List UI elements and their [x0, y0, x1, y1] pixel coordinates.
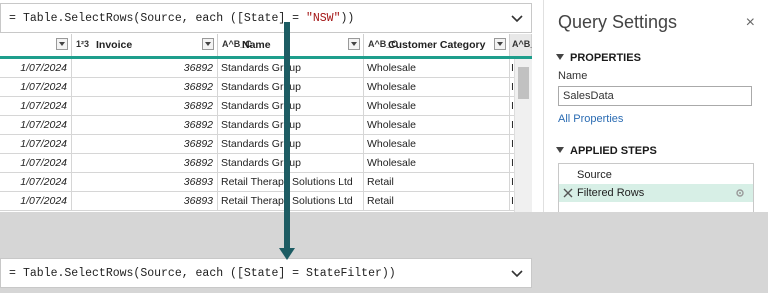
table-row[interactable]: 1/07/2024 36892 Standards Group Wholesale I	[0, 116, 518, 135]
cell-name[interactable]: Retail Therapy Solutions Ltd	[218, 173, 364, 192]
cell-invoice[interactable]: 36892	[72, 135, 218, 154]
cell-invoice[interactable]: 36892	[72, 116, 218, 135]
cell-category[interactable]: Wholesale	[364, 97, 510, 116]
properties-section-header[interactable]: PROPERTIES	[556, 52, 641, 64]
name-label: Name	[558, 70, 588, 82]
cell-invoice[interactable]: 36893	[72, 173, 218, 192]
cell-category[interactable]: Wholesale	[364, 59, 510, 78]
step-label: Filtered Rows	[577, 187, 645, 199]
step-filtered-rows[interactable]: Filtered Rows	[559, 184, 753, 202]
all-properties-link[interactable]: All Properties	[558, 113, 623, 125]
column-header-name[interactable]: A^B_C Name	[218, 34, 364, 56]
annotation-arrow-head	[279, 248, 295, 260]
grid-header: 1²3 Invoice A^B_C Name A^B_C Customer Ca…	[0, 34, 532, 59]
cell-invoice[interactable]: 36893	[72, 192, 218, 211]
formula-equals: =	[9, 12, 16, 25]
query-name-input[interactable]: SalesData	[558, 86, 752, 106]
formula-string: "NSW"	[305, 12, 341, 25]
cell-date[interactable]: 1/07/2024	[0, 154, 72, 173]
formula-expression[interactable]: Table.SelectRows(Source, each ([State] =…	[23, 12, 354, 25]
table-row[interactable]: 1/07/2024 36892 Standards Group Wholesale I	[0, 97, 518, 116]
column-label: Invoice	[96, 39, 133, 51]
step-source[interactable]: Source	[559, 166, 753, 184]
table-row[interactable]: 1/07/2024 36893 Retail Therapy Solutions L…	[0, 173, 518, 192]
formula-keyword: each	[195, 12, 224, 25]
delete-step-icon[interactable]	[563, 188, 573, 198]
formula-equals: =	[9, 267, 16, 280]
cell-name[interactable]: Standards Group	[218, 78, 364, 97]
column-header-date[interactable]	[0, 34, 72, 56]
formula-bar-bottom[interactable]: = Table.SelectRows(Source, each ([State]…	[0, 258, 532, 288]
step-label: Source	[577, 169, 612, 181]
cell-name[interactable]: Retail Therapy Solutions Ltd	[218, 192, 364, 211]
formula-prefix: Table.SelectRows(Source,	[23, 267, 196, 280]
cell-date[interactable]: 1/07/2024	[0, 192, 72, 211]
cell-category[interactable]: Retail	[364, 173, 510, 192]
column-header-invoice[interactable]: 1²3 Invoice	[72, 34, 218, 56]
cell-category[interactable]: Wholesale	[364, 154, 510, 173]
formula-suffix: ))	[340, 12, 355, 25]
formula-bar-top[interactable]: = Table.SelectRows(Source, each ([State]…	[0, 3, 532, 33]
table-row[interactable]: 1/07/2024 36892 Standards Group Wholesale I	[0, 154, 518, 173]
column-label: Customer Category	[388, 39, 486, 51]
vertical-scrollbar[interactable]	[514, 59, 532, 212]
table-row[interactable]: 1/07/2024 36893 Retail Therapy Solutions L…	[0, 192, 518, 211]
formula-mid: ([State] =	[223, 267, 306, 280]
cell-date[interactable]: 1/07/2024	[0, 97, 72, 116]
cell-date[interactable]: 1/07/2024	[0, 173, 72, 192]
filter-dropdown-icon[interactable]	[494, 38, 506, 50]
text-type-icon[interactable]: A^B_C	[512, 39, 532, 49]
scrollbar-thumb[interactable]	[518, 67, 529, 99]
formula-suffix: ))	[381, 267, 396, 280]
table-row[interactable]: 1/07/2024 36892 Standards Group Wholesale I	[0, 78, 518, 97]
cell-category[interactable]: Retail	[364, 192, 510, 211]
filter-dropdown-icon[interactable]	[202, 38, 214, 50]
cell-name[interactable]: Standards Group	[218, 135, 364, 154]
filter-dropdown-icon[interactable]	[348, 38, 360, 50]
cell-date[interactable]: 1/07/2024	[0, 59, 72, 78]
cell-name[interactable]: Standards Group	[218, 116, 364, 135]
query-settings-pane: Query Settings × PROPERTIES Name SalesDa…	[543, 0, 768, 212]
data-grid[interactable]: 1²3 Invoice A^B_C Name A^B_C Customer Ca…	[0, 34, 532, 212]
cell-date[interactable]: 1/07/2024	[0, 135, 72, 154]
filter-dropdown-icon[interactable]	[56, 38, 68, 50]
cell-invoice[interactable]: 36892	[72, 78, 218, 97]
chevron-down-icon[interactable]	[509, 265, 525, 281]
cell-date[interactable]: 1/07/2024	[0, 78, 72, 97]
column-label: Name	[242, 39, 271, 51]
cell-name[interactable]: Standards Group	[218, 154, 364, 173]
close-icon[interactable]: ×	[746, 14, 755, 32]
cell-date[interactable]: 1/07/2024	[0, 116, 72, 135]
formula-expression[interactable]: Table.SelectRows(Source, each ([State] =…	[23, 267, 396, 280]
cell-name[interactable]: Standards Group	[218, 97, 364, 116]
gear-icon[interactable]	[735, 188, 745, 198]
pane-title: Query Settings	[558, 12, 678, 32]
table-row[interactable]: 1/07/2024 36892 Standards Group Wholesale I	[0, 135, 518, 154]
cell-invoice[interactable]: 36892	[72, 154, 218, 173]
annotation-arrow-shaft	[284, 22, 290, 250]
applied-steps-section-header[interactable]: APPLIED STEPS	[556, 145, 657, 157]
table-row[interactable]: 1/07/2024 36892 Standards Group Wholesale I	[0, 59, 518, 78]
cell-category[interactable]: Wholesale	[364, 135, 510, 154]
cell-category[interactable]: Wholesale	[364, 78, 510, 97]
applied-steps-list: Source Filtered Rows	[558, 163, 754, 212]
formula-mid: ([State] =	[223, 12, 306, 25]
cell-category[interactable]: Wholesale	[364, 116, 510, 135]
cell-name[interactable]: Standards Group	[218, 59, 364, 78]
formula-keyword: each	[195, 267, 224, 280]
chevron-down-icon[interactable]	[509, 10, 525, 26]
column-header-category[interactable]: A^B_C Customer Category	[364, 34, 510, 56]
cell-invoice[interactable]: 36892	[72, 59, 218, 78]
number-type-icon[interactable]: 1²3	[76, 39, 89, 49]
column-header-extra[interactable]: A^B_C	[510, 34, 532, 56]
formula-parameter: StateFilter	[305, 267, 382, 280]
formula-prefix: Table.SelectRows(Source,	[23, 12, 196, 25]
cell-invoice[interactable]: 36892	[72, 97, 218, 116]
